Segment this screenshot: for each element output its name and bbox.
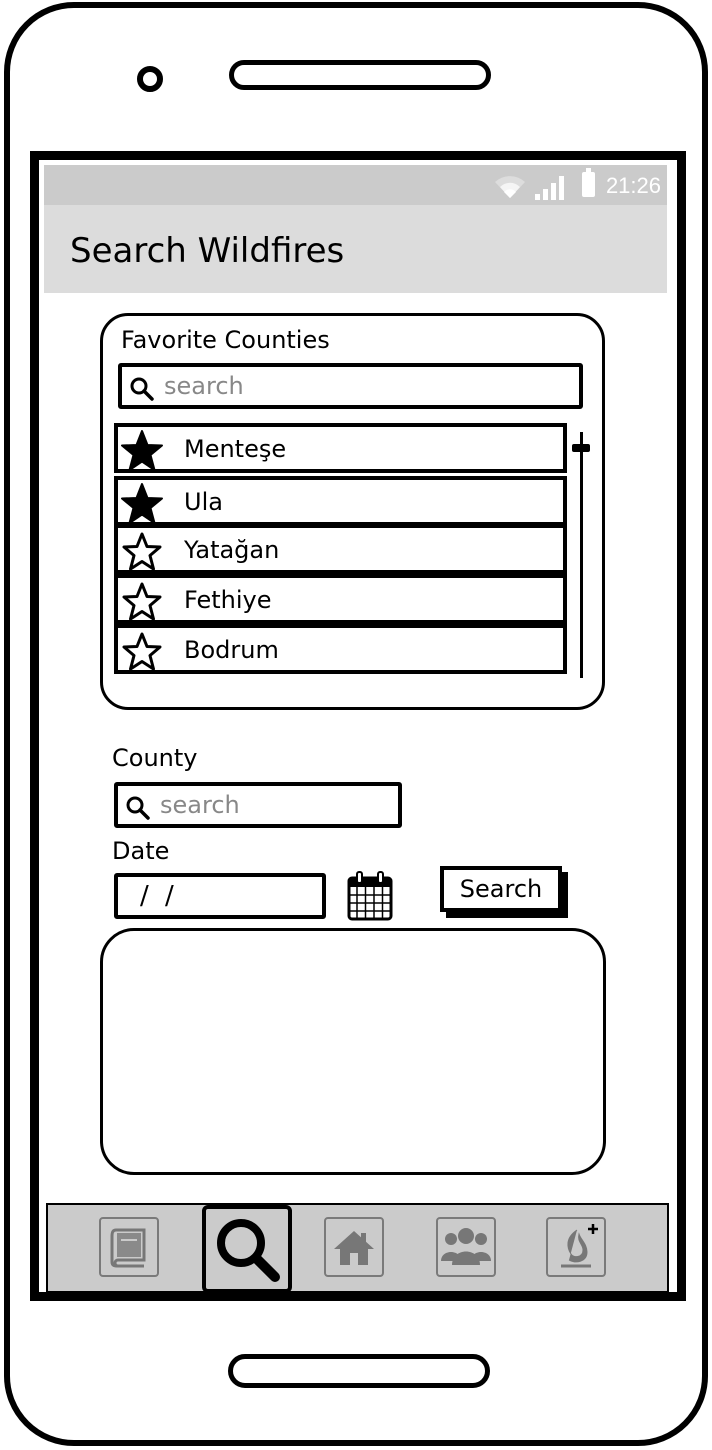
hardware-home-button[interactable] bbox=[228, 1354, 490, 1388]
date-label: Date bbox=[112, 837, 170, 865]
nav-item-report-fire[interactable] bbox=[546, 1217, 606, 1277]
list-item[interactable]: Ula bbox=[114, 476, 567, 526]
calendar-icon[interactable] bbox=[347, 871, 393, 921]
page-title: Search Wildfires bbox=[70, 231, 345, 271]
star-filled-icon[interactable] bbox=[120, 429, 164, 473]
county-name: Bodrum bbox=[184, 636, 279, 664]
app-bar: Search Wildfires bbox=[44, 205, 667, 293]
screen: 21:26 Search Wildfires Favorite Counties… bbox=[30, 151, 686, 1301]
speaker-grille bbox=[229, 60, 491, 90]
list-item[interactable]: Menteşe bbox=[114, 423, 567, 473]
camera-icon bbox=[137, 66, 163, 92]
nav-item-search[interactable] bbox=[202, 1205, 292, 1292]
home-icon bbox=[334, 1231, 374, 1265]
star-filled-icon[interactable] bbox=[120, 482, 164, 526]
county-name: Menteşe bbox=[184, 435, 287, 463]
battery-icon bbox=[582, 168, 595, 197]
nav-item-book[interactable] bbox=[99, 1217, 159, 1277]
nav-item-community[interactable] bbox=[436, 1217, 496, 1277]
county-name: Yatağan bbox=[184, 536, 280, 564]
county-name: Ula bbox=[184, 488, 223, 516]
search-button[interactable]: Search bbox=[440, 866, 562, 912]
scrollbar-track[interactable] bbox=[580, 432, 583, 678]
county-name: Fethiye bbox=[184, 586, 272, 614]
bottom-nav bbox=[46, 1203, 669, 1292]
nav-item-home[interactable] bbox=[324, 1217, 384, 1277]
star-outline-icon[interactable] bbox=[120, 580, 164, 624]
county-search-box bbox=[114, 782, 402, 828]
signal-icon bbox=[535, 176, 564, 200]
search-icon bbox=[217, 1219, 280, 1282]
list-item[interactable]: Bodrum bbox=[114, 624, 567, 674]
report-fire-icon bbox=[561, 1224, 598, 1268]
favorite-counties-panel: Favorite Counties Menteşe Ula Yatağan bbox=[100, 313, 605, 710]
wifi-icon bbox=[495, 176, 525, 198]
date-value: / / bbox=[140, 881, 178, 911]
favorites-search-box bbox=[118, 363, 583, 409]
star-outline-icon[interactable] bbox=[120, 630, 164, 674]
county-search-input[interactable] bbox=[158, 790, 358, 820]
group-icon bbox=[441, 1228, 491, 1265]
list-item[interactable]: Yatağan bbox=[114, 524, 567, 574]
star-outline-icon[interactable] bbox=[120, 530, 164, 574]
search-icon bbox=[130, 377, 154, 401]
search-icon bbox=[126, 796, 150, 820]
book-icon bbox=[110, 1228, 146, 1268]
status-bar: 21:26 bbox=[44, 165, 667, 205]
county-label: County bbox=[112, 744, 198, 772]
results-area bbox=[100, 928, 606, 1175]
status-time: 21:26 bbox=[605, 173, 661, 198]
date-field[interactable]: / / bbox=[114, 873, 326, 919]
favorite-counties-label: Favorite Counties bbox=[121, 326, 330, 354]
list-item[interactable]: Fethiye bbox=[114, 574, 567, 624]
scrollbar-thumb[interactable] bbox=[572, 444, 590, 452]
favorites-search-input[interactable] bbox=[162, 371, 486, 401]
